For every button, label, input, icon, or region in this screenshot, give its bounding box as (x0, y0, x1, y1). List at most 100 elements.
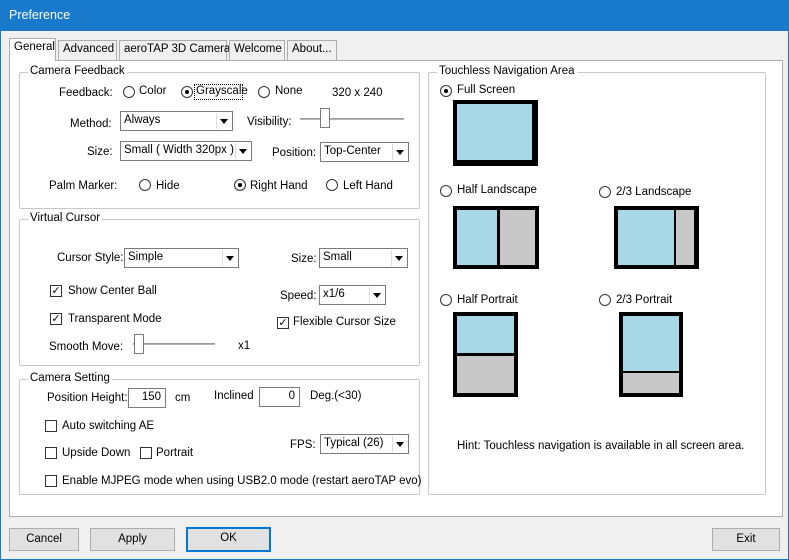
speed-dropdown[interactable]: x1/6 (319, 285, 386, 305)
fps-value: Typical (26) (324, 437, 384, 449)
transparent-mode-checkbox[interactable]: ✓ (50, 313, 62, 325)
smooth-move-slider[interactable] (133, 343, 215, 345)
full-screen-label[interactable]: Full Screen (457, 84, 515, 96)
half-landscape-radio[interactable] (440, 185, 452, 197)
active-area (457, 210, 497, 265)
feedback-none-label[interactable]: None (275, 85, 303, 97)
inactive-area (623, 373, 679, 393)
position-dropdown[interactable]: Top-Center (320, 142, 409, 162)
palm-right-hand-radio[interactable] (234, 179, 246, 191)
cursor-size-dropdown[interactable]: Small (319, 248, 408, 268)
feedback-color-radio[interactable] (123, 86, 135, 98)
visibility-slider-thumb[interactable] (320, 108, 330, 128)
apply-button[interactable]: Apply (90, 528, 175, 551)
feedback-none-radio[interactable] (258, 86, 270, 98)
upside-down-label[interactable]: Upside Down (62, 447, 130, 459)
tab-label: aeroTAP 3D Camera (124, 43, 231, 55)
window-title: Preference (9, 8, 71, 22)
position-height-label: Position Height: (47, 392, 128, 404)
two-thirds-portrait-radio[interactable] (599, 294, 611, 306)
speed-value: x1/6 (323, 288, 345, 300)
chevron-down-icon (216, 113, 231, 129)
flexible-cursor-size-label[interactable]: Flexible Cursor Size (293, 316, 396, 328)
palm-right-hand-label[interactable]: Right Hand (250, 180, 308, 192)
tab-label: Advanced (63, 43, 115, 55)
mjpeg-label[interactable]: Enable MJPEG mode when using USB2.0 mode… (62, 475, 421, 487)
palm-hide-radio[interactable] (139, 179, 151, 191)
active-area (457, 316, 514, 353)
inclined-label: Inclined (214, 390, 254, 402)
tab-advanced[interactable]: Advanced (58, 40, 117, 60)
cancel-button[interactable]: Cancel (9, 528, 79, 551)
group-title: Touchless Navigation Area (437, 65, 577, 77)
active-area (623, 316, 679, 371)
show-center-ball-checkbox[interactable]: ✓ (50, 285, 62, 297)
smooth-move-label: Smooth Move: (49, 341, 124, 353)
two-thirds-landscape-label[interactable]: 2/3 Landscape (616, 186, 691, 198)
size-label: Size: (87, 146, 113, 158)
inactive-area (676, 210, 694, 265)
flexible-cursor-size-checkbox[interactable]: ✓ (277, 317, 289, 329)
ok-button[interactable]: OK (186, 527, 271, 552)
two-thirds-portrait-preview[interactable] (619, 312, 683, 397)
tab-aerotap-3d-camera[interactable]: aeroTAP 3D Camera (119, 40, 231, 60)
tab-welcome[interactable]: Welcome (229, 40, 285, 60)
palm-left-hand-label[interactable]: Left Hand (343, 180, 393, 192)
active-area (457, 104, 532, 160)
fps-label: FPS: (290, 439, 316, 451)
group-title: Camera Setting (28, 372, 112, 384)
position-label: Position: (272, 147, 317, 159)
palm-hide-label[interactable]: Hide (156, 180, 180, 192)
size-value: Small ( Width 320px ) (124, 144, 234, 156)
touchless-hint: Hint: Touchless navigation is available … (457, 440, 745, 452)
auto-switching-ae-checkbox[interactable] (45, 420, 57, 432)
half-portrait-radio[interactable] (440, 294, 452, 306)
tab-about[interactable]: About... (287, 40, 337, 60)
tab-label: Welcome (234, 43, 282, 55)
size-dropdown[interactable]: Small ( Width 320px ) (120, 141, 252, 161)
two-thirds-portrait-label[interactable]: 2/3 Portrait (616, 294, 672, 306)
transparent-mode-label[interactable]: Transparent Mode (68, 313, 162, 325)
chevron-down-icon (391, 250, 406, 266)
half-landscape-preview[interactable] (453, 206, 539, 269)
palm-marker-label: Palm Marker: (49, 180, 118, 192)
fps-dropdown[interactable]: Typical (26) (320, 434, 409, 454)
portrait-label[interactable]: Portrait (156, 447, 193, 459)
feedback-grayscale-label[interactable]: Grayscale (196, 85, 248, 97)
group-title: Virtual Cursor (28, 212, 103, 224)
mjpeg-checkbox[interactable] (45, 475, 57, 487)
chevron-down-icon (392, 436, 407, 452)
upside-down-checkbox[interactable] (45, 447, 57, 459)
half-landscape-label[interactable]: Half Landscape (457, 184, 537, 196)
position-height-unit: cm (175, 392, 191, 404)
palm-left-hand-radio[interactable] (326, 179, 338, 191)
position-height-input[interactable]: 150 (128, 388, 166, 408)
auto-switching-ae-label[interactable]: Auto switching AE (62, 420, 154, 432)
portrait-checkbox[interactable] (140, 447, 152, 459)
cursor-size-value: Small (323, 251, 352, 263)
visibility-label: Visibility: (247, 116, 292, 128)
visibility-slider[interactable] (300, 118, 404, 120)
full-screen-radio[interactable] (440, 85, 452, 97)
chevron-down-icon (235, 143, 250, 159)
method-value: Always (124, 114, 161, 126)
full-screen-preview[interactable] (453, 100, 538, 166)
position-value: Top-Center (324, 145, 381, 157)
feedback-grayscale-radio[interactable] (181, 86, 193, 98)
feedback-color-label[interactable]: Color (139, 85, 166, 97)
speed-label: Speed: (280, 290, 317, 302)
cursor-style-dropdown[interactable]: Simple (124, 248, 239, 268)
tab-general[interactable]: General (9, 38, 56, 61)
cursor-style-label: Cursor Style: (57, 252, 124, 264)
inactive-area (500, 210, 535, 265)
exit-button[interactable]: Exit (712, 528, 780, 551)
method-dropdown[interactable]: Always (120, 111, 233, 131)
two-thirds-landscape-preview[interactable] (614, 206, 699, 269)
smooth-move-slider-thumb[interactable] (134, 334, 144, 354)
half-portrait-label[interactable]: Half Portrait (457, 294, 518, 306)
method-label: Method: (70, 118, 112, 130)
two-thirds-landscape-radio[interactable] (599, 186, 611, 198)
half-portrait-preview[interactable] (453, 312, 518, 397)
inclined-input[interactable]: 0 (259, 387, 300, 407)
show-center-ball-label[interactable]: Show Center Ball (68, 285, 157, 297)
